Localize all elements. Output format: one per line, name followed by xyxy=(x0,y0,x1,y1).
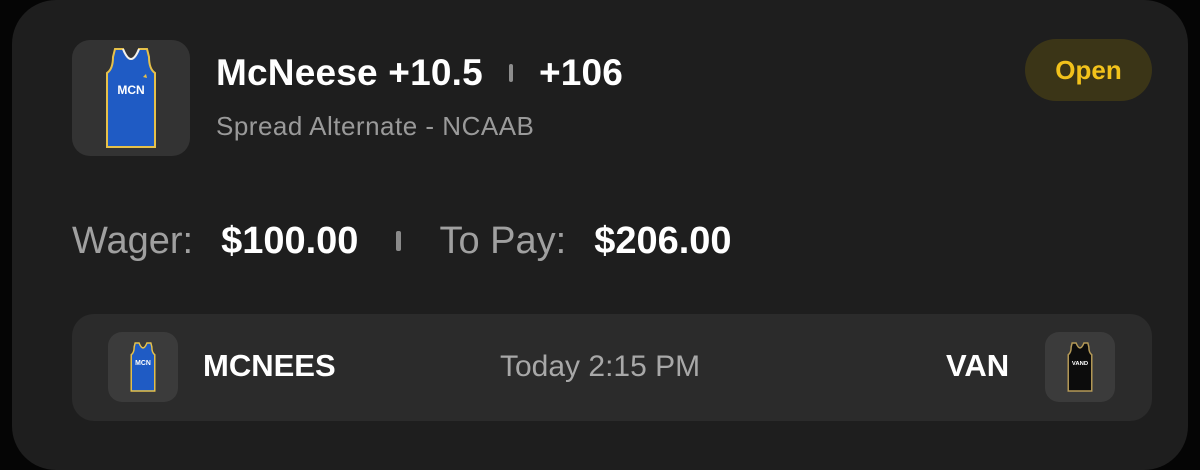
bet-odds: +106 xyxy=(538,52,624,93)
mcneese-jersey-icon: MCN xyxy=(130,342,156,392)
bet-card[interactable]: MCN McNeese +10.5 +106 Spread Alternate … xyxy=(12,0,1188,470)
mcneese-jersey-icon: MCN xyxy=(106,48,156,148)
status-badge: Open xyxy=(1025,39,1152,101)
bet-market: Spread Alternate - NCAAB xyxy=(216,111,535,141)
away-jersey-tile: VAND xyxy=(1045,332,1115,402)
team-jersey-tile: MCN xyxy=(72,40,190,156)
away-jersey-text: VAND xyxy=(1072,361,1088,367)
game-time: Today 2:15 PM xyxy=(500,350,701,383)
home-jersey-tile: MCN xyxy=(108,332,178,402)
home-jersey-text: MCN xyxy=(135,360,151,367)
wager-value: $100.00 xyxy=(221,219,359,262)
home-team-name: MCNEES xyxy=(203,348,336,383)
game-row[interactable]: MCN MCNEES Today 2:15 PM VAN VAND xyxy=(72,314,1152,421)
bet-title: McNeese +10.5 +106 xyxy=(216,48,623,98)
vanderbilt-jersey-icon: VAND xyxy=(1067,342,1093,392)
title-divider xyxy=(508,64,513,82)
bet-selection: McNeese +10.5 xyxy=(216,52,483,93)
away-team-name: VAN xyxy=(946,348,1010,383)
wager-label: Wager: xyxy=(72,219,194,262)
topay-label: To Pay: xyxy=(439,219,567,262)
jersey-text: MCN xyxy=(117,83,144,97)
topay-value: $206.00 xyxy=(594,219,732,262)
amounts-row: Wager: $100.00 To Pay: $206.00 xyxy=(72,216,732,266)
amounts-divider xyxy=(396,231,402,251)
